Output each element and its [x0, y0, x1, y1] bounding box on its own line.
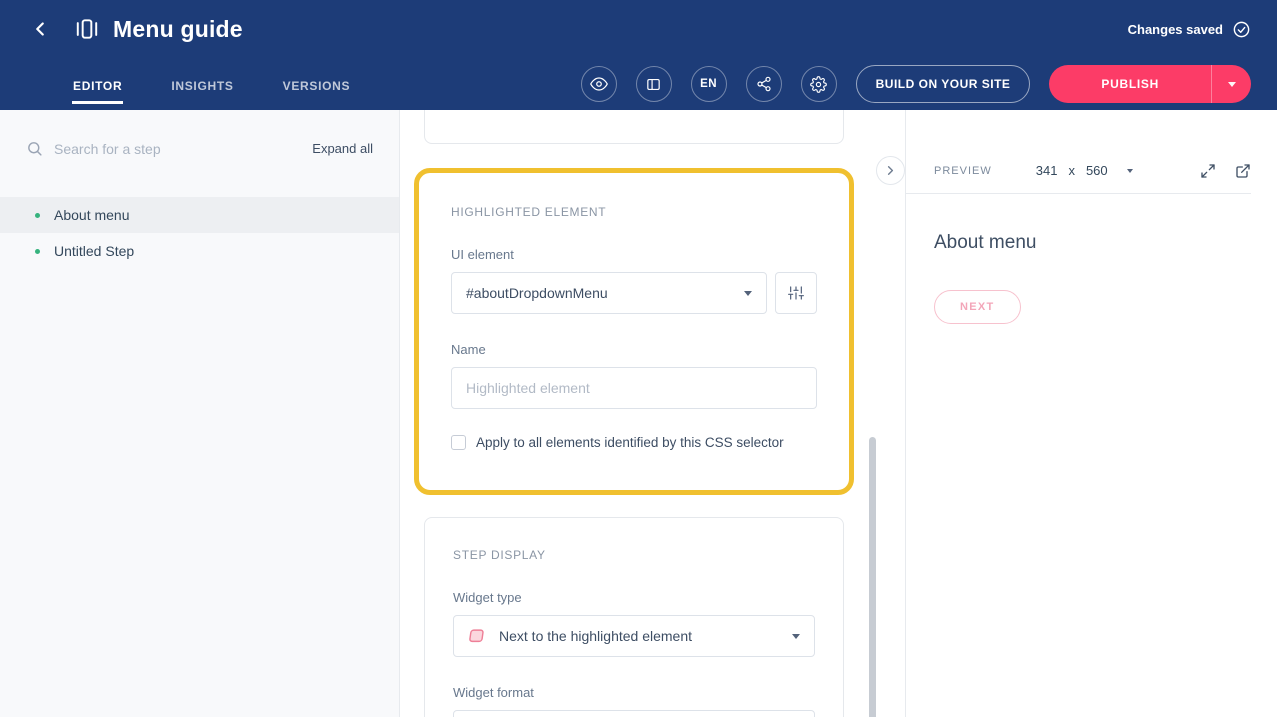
preview-size-select[interactable]: 341 x 560 [1036, 163, 1133, 178]
step-list: About menu Untitled Step [0, 197, 399, 269]
preview-height-value: 560 [1086, 163, 1108, 178]
widget-type-select[interactable]: Next to the highlighted element [453, 615, 815, 657]
publish-button[interactable]: PUBLISH [1049, 65, 1211, 103]
element-selector-settings-button[interactable] [775, 272, 817, 314]
highlighted-element-card: HIGHLIGHTED ELEMENT UI element #aboutDro… [423, 177, 845, 486]
preview-body: About menu NEXT [906, 194, 1277, 362]
changes-saved-status: Changes saved [1128, 20, 1251, 39]
layout-button[interactable] [636, 66, 672, 102]
chevron-left-icon [29, 18, 51, 40]
step-settings-column: HIGHLIGHTED ELEMENT UI element #aboutDro… [424, 110, 844, 717]
open-external-button[interactable] [1235, 163, 1251, 179]
build-on-your-site-button[interactable]: BUILD ON YOUR SITE [856, 65, 1031, 103]
search-icon [26, 140, 43, 157]
element-name-input[interactable] [451, 367, 817, 409]
ui-element-select[interactable]: #aboutDropdownMenu [451, 272, 767, 314]
share-icon [756, 76, 772, 92]
steps-sidebar: Expand all About menu Untitled Step [0, 110, 400, 717]
editor-pane: HIGHLIGHTED ELEMENT UI element #aboutDro… [400, 110, 905, 717]
external-link-icon [1235, 163, 1251, 179]
step-search-input[interactable] [54, 141, 301, 157]
publish-dropdown-button[interactable] [1211, 65, 1251, 103]
ui-element-label: UI element [451, 247, 817, 262]
widget-format-select[interactable] [453, 710, 815, 717]
tab-insights[interactable]: INSIGHTS [170, 65, 234, 104]
widget-type-label: Widget type [453, 590, 815, 605]
check-circle-icon [1232, 20, 1251, 39]
editor-scrollbar[interactable] [869, 437, 876, 717]
step-label: Untitled Step [54, 243, 134, 259]
step-display-card: STEP DISPLAY Widget type Next to the hig… [424, 517, 844, 717]
fullscreen-button[interactable] [1200, 163, 1216, 179]
maximize-icon [1200, 163, 1216, 179]
editor-tabs: EDITOR INSIGHTS VERSIONS [72, 58, 351, 110]
step-label: About menu [54, 207, 130, 223]
step-dot-icon [35, 213, 40, 218]
name-label: Name [451, 342, 817, 357]
chevron-right-icon [883, 163, 898, 178]
topbar-actions: EN BUILD ON YOUR SITE PUBLISH [581, 65, 1251, 103]
apply-all-label: Apply to all elements identified by this… [476, 435, 784, 450]
share-button[interactable] [746, 66, 782, 102]
publish-button-group: PUBLISH [1049, 65, 1251, 103]
topbar: Menu guide Changes saved EDITOR INSIGHTS… [0, 0, 1277, 110]
preview-panel: PREVIEW 341 x 560 About menu NEXT [905, 110, 1277, 717]
back-button[interactable] [26, 15, 54, 43]
layout-icon [645, 76, 662, 93]
collapse-panel-button[interactable] [876, 156, 905, 185]
chevron-down-icon [792, 634, 800, 639]
section-title: HIGHLIGHTED ELEMENT [451, 205, 817, 219]
sliders-icon [788, 285, 804, 301]
sidebar-search-row: Expand all [0, 110, 399, 177]
preview-header: PREVIEW 341 x 560 [906, 148, 1251, 194]
ui-element-value: #aboutDropdownMenu [466, 285, 608, 301]
chevron-down-icon [1127, 169, 1133, 173]
expand-all-link[interactable]: Expand all [312, 141, 373, 156]
chevron-down-icon [1228, 82, 1236, 87]
widget-type-value: Next to the highlighted element [499, 628, 692, 644]
settings-button[interactable] [801, 66, 837, 102]
gear-icon [810, 76, 827, 93]
widget-tooltip-icon [468, 627, 486, 645]
section-title: STEP DISPLAY [453, 548, 815, 562]
sidebar-step-about-menu[interactable]: About menu [0, 197, 399, 233]
preview-step-title: About menu [934, 232, 1249, 254]
preview-width-value: 341 [1036, 163, 1058, 178]
apply-all-checkbox[interactable] [451, 435, 466, 450]
widget-format-label: Widget format [453, 685, 815, 700]
page-title: Menu guide [113, 16, 243, 43]
changes-saved-label: Changes saved [1128, 22, 1223, 37]
preview-title: PREVIEW [934, 165, 992, 177]
preview-eye-button[interactable] [581, 66, 617, 102]
highlighted-element-ring: HIGHLIGHTED ELEMENT UI element #aboutDro… [414, 168, 854, 495]
sidebar-step-untitled[interactable]: Untitled Step [0, 233, 399, 269]
step-dot-icon [35, 249, 40, 254]
preview-next-button[interactable]: NEXT [934, 290, 1021, 324]
tab-versions[interactable]: VERSIONS [282, 65, 352, 104]
eye-icon [590, 75, 608, 93]
chevron-down-icon [744, 291, 752, 296]
language-button[interactable]: EN [691, 66, 727, 102]
previous-settings-card [424, 110, 844, 144]
tab-editor[interactable]: EDITOR [72, 65, 123, 104]
workspace: Expand all About menu Untitled Step HIGH… [0, 110, 1277, 717]
guide-logo-icon [74, 16, 100, 42]
size-separator: x [1068, 163, 1075, 178]
apply-all-checkbox-row[interactable]: Apply to all elements identified by this… [451, 435, 817, 450]
